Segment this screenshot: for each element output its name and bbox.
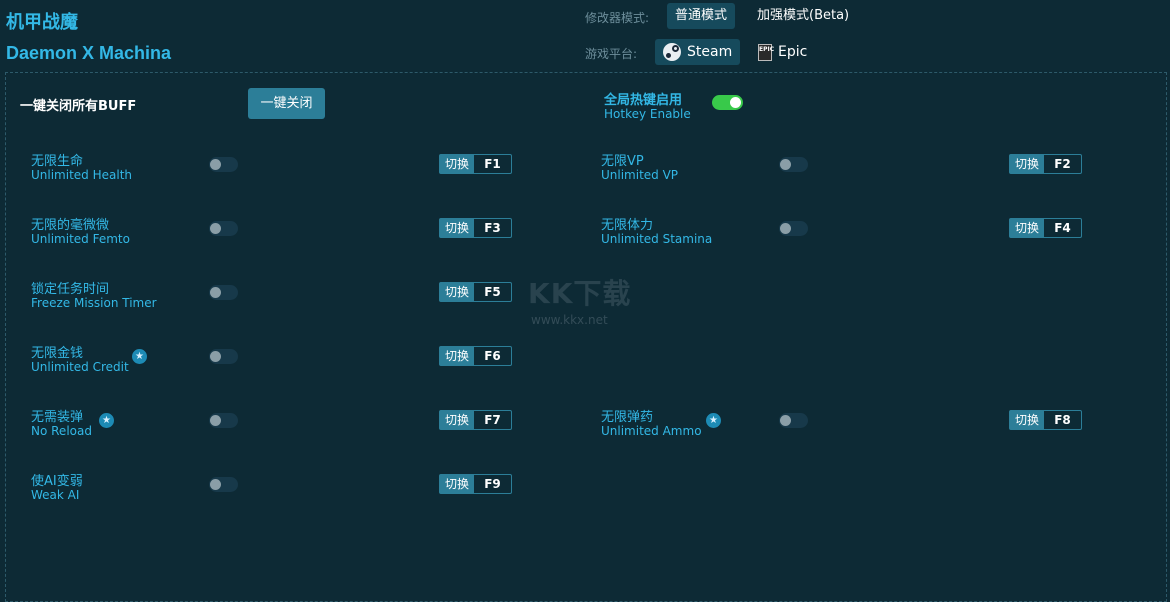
hotkey-key: F5 (484, 285, 501, 299)
switch-label: 切换 (440, 283, 474, 301)
switch-label: 切换 (440, 219, 474, 237)
enhanced-mode-button[interactable]: 加强模式(Beta) (749, 3, 857, 29)
hotkey-key: F7 (484, 413, 501, 427)
steam-platform-button[interactable]: Steam (655, 39, 741, 65)
cheat-label-cn: 无限VP (601, 154, 644, 169)
platform-label: 游戏平台: (585, 47, 638, 61)
switch-label: 切换 (1010, 155, 1044, 173)
unlimited-health-toggle[interactable] (209, 157, 238, 172)
cheat-label-en: Freeze Mission Timer (31, 296, 157, 310)
cheat-panel (5, 72, 1167, 602)
cheat-label-en: Weak AI (31, 488, 80, 502)
cheat-label-en: No Reload (31, 424, 92, 438)
hotkey-key: F4 (1054, 221, 1071, 235)
watermark-url: www.kkx.net (531, 313, 608, 327)
close-all-button[interactable]: 一键关闭 (248, 88, 325, 119)
cheat-label-en: Unlimited Health (31, 168, 133, 182)
cheat-label-cn: 锁定任务时间 (31, 282, 110, 297)
switch-label: 切换 (440, 411, 474, 429)
switch-label: 切换 (440, 347, 474, 365)
unlimited-stamina-toggle[interactable] (779, 221, 808, 236)
weak-ai-hotkey[interactable]: 切换 F9 (439, 474, 512, 494)
cheat-label-cn: 无限体力 (601, 218, 654, 233)
cheat-label-cn: 无限弹药 (601, 410, 654, 425)
cheat-label-en: Unlimited Ammo (601, 424, 702, 438)
hotkey-key: F6 (484, 349, 501, 363)
freeze-mission-timer-toggle[interactable] (209, 285, 238, 300)
unlimited-vp-toggle[interactable] (779, 157, 808, 172)
cheat-label-cn: 无限生命 (31, 154, 84, 169)
no-reload-hotkey[interactable]: 切换 F7 (439, 410, 512, 430)
watermark-logo: KK下载 (528, 277, 632, 310)
mode-label: 修改器模式: (585, 11, 650, 25)
unlimited-femto-hotkey[interactable]: 切换 F3 (439, 218, 512, 238)
unlimited-stamina-hotkey[interactable]: 切换 F4 (1009, 218, 1082, 238)
cheat-label-cn: 无限金钱 (31, 346, 84, 361)
weak-ai-toggle[interactable] (209, 477, 238, 492)
cheat-label-en: Unlimited Credit (31, 360, 129, 374)
close-all-buff-label: 一键关闭所有BUFF (20, 99, 137, 114)
unlimited-femto-toggle[interactable] (209, 221, 238, 236)
hotkey-key: F8 (1054, 413, 1071, 427)
freeze-mission-timer-hotkey[interactable]: 切换 F5 (439, 282, 512, 302)
game-title-en: Daemon X Machina (6, 43, 172, 63)
unlimited-ammo-hotkey[interactable]: 切换 F8 (1009, 410, 1082, 430)
no-reload-toggle[interactable] (209, 413, 238, 428)
hotkey-enable-label-cn: 全局热键启用 (604, 93, 683, 108)
unlimited-health-hotkey[interactable]: 切换 F1 (439, 154, 512, 174)
hotkey-key: F2 (1054, 157, 1071, 171)
switch-label: 切换 (440, 475, 474, 493)
epic-platform-button[interactable]: EPIC Epic (750, 39, 815, 65)
cheat-label-cn: 使AI变弱 (31, 474, 83, 489)
hotkey-key: F3 (484, 221, 501, 235)
hotkey-enable-label-en: Hotkey Enable (604, 107, 691, 121)
unlimited-ammo-toggle[interactable] (779, 413, 808, 428)
epic-icon: EPIC (758, 43, 774, 61)
unlimited-credit-hotkey[interactable]: 切换 F6 (439, 346, 512, 366)
switch-label: 切换 (440, 155, 474, 173)
normal-mode-button[interactable]: 普通模式 (667, 3, 736, 29)
unlimited-vp-hotkey[interactable]: 切换 F2 (1009, 154, 1082, 174)
star-icon: ★ (132, 349, 147, 364)
game-title-cn: 机甲战魔 (6, 12, 78, 33)
star-icon: ★ (99, 413, 114, 428)
epic-label: Epic (778, 44, 808, 60)
hotkey-enable-toggle[interactable] (712, 95, 743, 110)
hotkey-key: F1 (484, 157, 501, 171)
cheat-label-en: Unlimited Femto (31, 232, 130, 246)
star-icon: ★ (706, 413, 721, 428)
switch-label: 切换 (1010, 219, 1044, 237)
switch-label: 切换 (1010, 411, 1044, 429)
cheat-label-cn: 无限的毫微微 (31, 218, 110, 233)
steam-icon (663, 43, 681, 61)
unlimited-credit-toggle[interactable] (209, 349, 238, 364)
cheat-label-en: Unlimited VP (601, 168, 679, 182)
cheat-label-cn: 无需装弹 (31, 410, 84, 425)
hotkey-key: F9 (484, 477, 501, 491)
steam-label: Steam (687, 44, 733, 60)
cheat-label-en: Unlimited Stamina (601, 232, 713, 246)
